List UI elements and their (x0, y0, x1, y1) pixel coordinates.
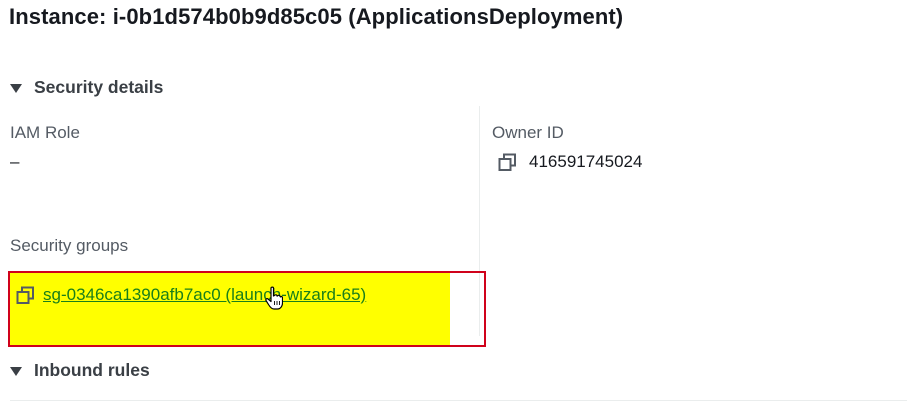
inbound-rules-header[interactable]: Inbound rules (10, 360, 150, 381)
table-top-border (10, 400, 907, 401)
page-title: Instance: i-0b1d574b0b9d85c05 (Applicati… (9, 4, 624, 29)
copy-icon[interactable] (498, 153, 517, 172)
hand-pointer-cursor-icon (265, 286, 283, 310)
iam-role-value: – (10, 152, 20, 171)
iam-role-label: IAM Role (10, 123, 80, 142)
owner-id-value: 416591745024 (529, 152, 643, 171)
copy-icon[interactable] (16, 286, 35, 305)
security-details-header[interactable]: Security details (10, 77, 163, 98)
annotation-box (8, 271, 486, 347)
security-group-link[interactable]: sg-0346ca1390afb7ac0 (launch-wizard-65) (43, 285, 366, 305)
caret-down-icon (10, 83, 22, 93)
security-groups-label: Security groups (10, 236, 129, 255)
caret-down-icon (10, 366, 22, 376)
owner-id-label: Owner ID (492, 123, 564, 142)
inbound-rules-title: Inbound rules (34, 360, 150, 380)
security-details-title: Security details (34, 77, 164, 97)
